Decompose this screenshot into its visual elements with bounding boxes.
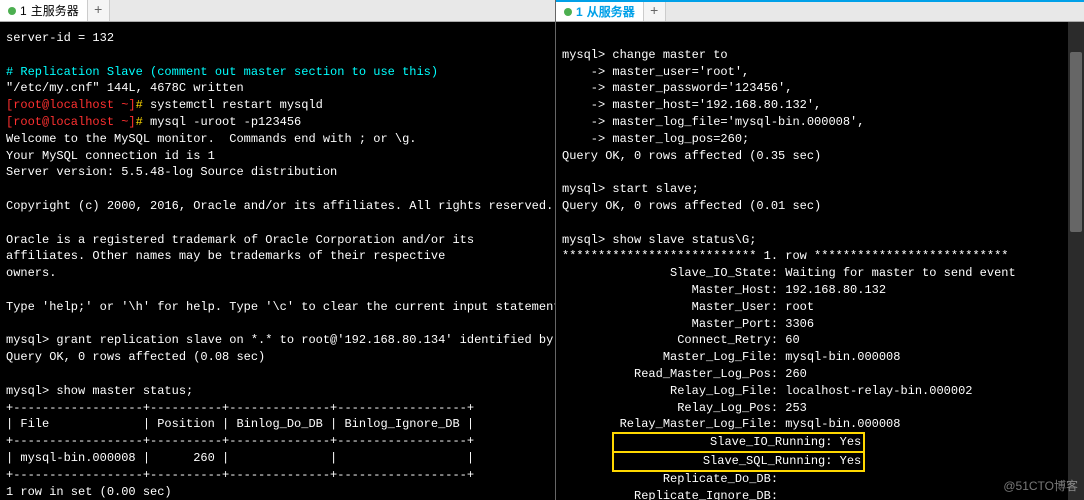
- tab-label: 从服务器: [587, 3, 635, 20]
- terminal-line: [562, 30, 1062, 47]
- new-tab-button[interactable]: +: [88, 0, 110, 21]
- terminal-line: mysql> change master to: [562, 47, 1062, 64]
- terminal-line: | mysql-bin.000008 | 260 | | |: [6, 450, 549, 467]
- terminal-line: +------------------+----------+---------…: [6, 400, 549, 417]
- terminal-line: [6, 47, 549, 64]
- terminal-line: Relay_Log_File: localhost-relay-bin.0000…: [562, 383, 1062, 400]
- terminal-line: Replicate_Ignore_DB:: [562, 488, 1062, 500]
- terminal-line: | File | Position | Binlog_Do_DB | Binlo…: [6, 416, 549, 433]
- terminal-line: -> master_log_file='mysql-bin.000008',: [562, 114, 1062, 131]
- terminal-line: Master_User: root: [562, 299, 1062, 316]
- terminal-line: [root@localhost ~]# systemctl restart my…: [6, 97, 549, 114]
- terminal-line: +------------------+----------+---------…: [6, 467, 549, 484]
- terminal-line: affiliates. Other names may be trademark…: [6, 248, 549, 265]
- terminal-line: [6, 215, 549, 232]
- terminal-line: Connect_Retry: 60: [562, 332, 1062, 349]
- terminal-line: Master_Port: 3306: [562, 316, 1062, 333]
- terminal-line: Relay_Log_Pos: 253: [562, 400, 1062, 417]
- tab-slave[interactable]: 1 从服务器: [556, 2, 644, 21]
- right-tabbar: 1 从服务器 +: [556, 0, 1084, 22]
- tab-label: 主服务器: [31, 2, 79, 19]
- terminal-line: Copyright (c) 2000, 2016, Oracle and/or …: [6, 198, 549, 215]
- terminal-line: owners.: [6, 265, 549, 282]
- terminal-line: mysql> show master status;: [6, 383, 549, 400]
- left-pane: 1 主服务器 + server-id = 132 # Replication S…: [0, 0, 555, 500]
- terminal-line: Slave_SQL_Running: Yes: [562, 452, 1062, 471]
- terminal-line: Oracle is a registered trademark of Orac…: [6, 232, 549, 249]
- terminal-line: Your MySQL connection id is 1: [6, 148, 549, 165]
- terminal-line: [6, 316, 549, 333]
- terminal-line: mysql> show slave status\G;: [562, 232, 1062, 249]
- right-pane: 1 从服务器 + mysql> change master to -> mast…: [555, 0, 1084, 500]
- terminal-line: -> master_log_pos=260;: [562, 131, 1062, 148]
- terminal-line: *************************** 1. row *****…: [562, 248, 1062, 265]
- terminal-line: Query OK, 0 rows affected (0.01 sec): [562, 198, 1062, 215]
- left-tabbar: 1 主服务器 +: [0, 0, 555, 22]
- terminal-right[interactable]: mysql> change master to -> master_user='…: [556, 22, 1068, 500]
- terminal-line: +------------------+----------+---------…: [6, 433, 549, 450]
- terminal-line: [6, 282, 549, 299]
- scrollbar-thumb[interactable]: [1070, 52, 1082, 232]
- plus-icon: +: [650, 4, 658, 20]
- terminal-line: Read_Master_Log_Pos: 260: [562, 366, 1062, 383]
- terminal-line: -> master_user='root',: [562, 64, 1062, 81]
- terminal-line: Query OK, 0 rows affected (0.08 sec): [6, 349, 549, 366]
- terminal-line: Slave_IO_State: Waiting for master to se…: [562, 265, 1062, 282]
- tab-master[interactable]: 1 主服务器: [0, 0, 88, 21]
- terminal-line: [6, 366, 549, 383]
- terminal-line: Welcome to the MySQL monitor. Commands e…: [6, 131, 549, 148]
- tab-index: 1: [20, 4, 27, 18]
- terminal-line: mysql> start slave;: [562, 181, 1062, 198]
- terminal-line: server-id = 132: [6, 30, 549, 47]
- status-dot-icon: [564, 8, 572, 16]
- terminal-line: Query OK, 0 rows affected (0.35 sec): [562, 148, 1062, 165]
- terminal-line: mysql> grant replication slave on *.* to…: [6, 332, 549, 349]
- terminal-line: Type 'help;' or '\h' for help. Type '\c'…: [6, 299, 549, 316]
- terminal-line: Replicate_Do_DB:: [562, 471, 1062, 488]
- terminal-line: # Replication Slave (comment out master …: [6, 64, 549, 81]
- terminal-line: Slave_IO_Running: Yes: [562, 433, 1062, 452]
- terminal-line: [562, 164, 1062, 181]
- watermark: @51CTO博客: [1003, 477, 1078, 494]
- terminal-line: Server version: 5.5.48-log Source distri…: [6, 164, 549, 181]
- terminal-line: 1 row in set (0.00 sec): [6, 484, 549, 500]
- terminal-line: -> master_password='123456',: [562, 80, 1062, 97]
- terminal-line: [6, 181, 549, 198]
- terminal-line: Master_Log_File: mysql-bin.000008: [562, 349, 1062, 366]
- status-dot-icon: [8, 7, 16, 15]
- terminal-line: -> master_host='192.168.80.132',: [562, 97, 1062, 114]
- terminal-line: [root@localhost ~]# mysql -uroot -p12345…: [6, 114, 549, 131]
- tab-index: 1: [576, 5, 583, 19]
- terminal-line: Master_Host: 192.168.80.132: [562, 282, 1062, 299]
- terminal-line: [562, 215, 1062, 232]
- terminal-line: Relay_Master_Log_File: mysql-bin.000008: [562, 416, 1062, 433]
- scrollbar[interactable]: [1068, 22, 1084, 500]
- terminal-left[interactable]: server-id = 132 # Replication Slave (com…: [0, 22, 555, 500]
- highlight-box: Slave_IO_Running: Yes: [612, 432, 865, 453]
- new-tab-button[interactable]: +: [644, 2, 666, 21]
- highlight-box: Slave_SQL_Running: Yes: [612, 451, 865, 472]
- terminal-line: "/etc/my.cnf" 144L, 4678C written: [6, 80, 549, 97]
- plus-icon: +: [94, 3, 102, 19]
